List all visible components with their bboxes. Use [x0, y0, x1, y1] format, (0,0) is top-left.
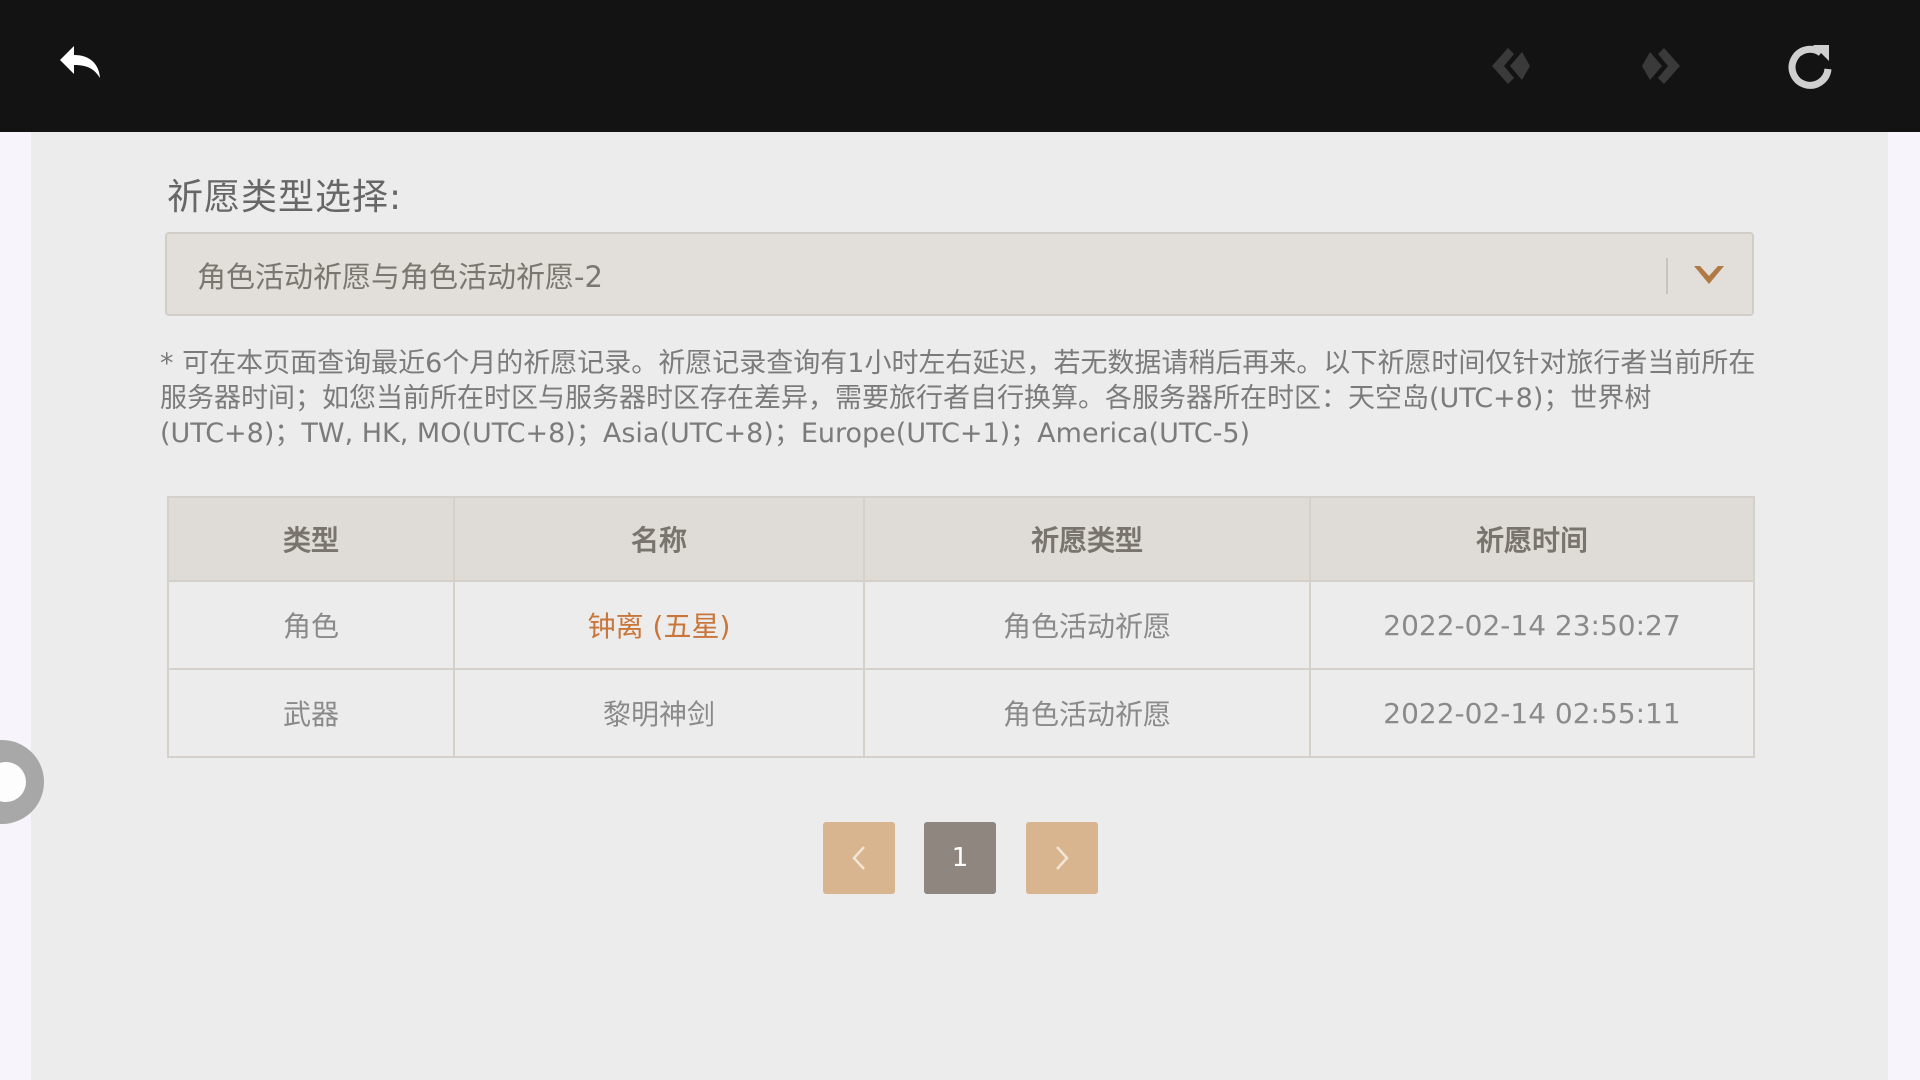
cell-name: 钟离 (五星): [453, 580, 865, 670]
floating-ball-center-icon: [0, 762, 26, 802]
wish-type-selected-value: 角色活动祈愿与角色活动祈愿-2: [197, 260, 603, 294]
table-header-row: 类型 名称 祈愿类型 祈愿时间: [167, 496, 1755, 582]
wish-type-select[interactable]: 角色活动祈愿与角色活动祈愿-2: [165, 232, 1754, 316]
cell-wish-type: 角色活动祈愿: [863, 668, 1311, 758]
select-divider: [1666, 258, 1668, 294]
next-page-button[interactable]: [1026, 822, 1098, 894]
wish-history-panel: 祈愿类型选择: 角色活动祈愿与角色活动祈愿-2 * 可在本页面查询最近6个月的祈…: [31, 132, 1888, 1080]
pagination: 1: [31, 822, 1888, 894]
left-margin: [0, 132, 31, 1080]
table-row: 武器 黎明神剑 角色活动祈愿 2022-02-14 02:55:11: [167, 668, 1755, 758]
page-number-current[interactable]: 1: [924, 822, 996, 894]
column-header-type: 类型: [167, 496, 455, 582]
column-header-wish-type: 祈愿类型: [863, 496, 1311, 582]
chevron-down-icon: [1694, 266, 1724, 284]
refresh-button[interactable]: [1778, 34, 1842, 98]
cell-wish-type: 角色活动祈愿: [863, 580, 1311, 670]
nav-back-icon: [1492, 48, 1530, 84]
cell-wish-time: 2022-02-14 23:50:27: [1309, 580, 1755, 670]
column-header-wish-time: 祈愿时间: [1309, 496, 1755, 582]
right-margin: [1888, 132, 1920, 1080]
back-button[interactable]: [50, 34, 114, 98]
nav-forward-icon: [1642, 48, 1680, 84]
wish-type-label: 祈愿类型选择:: [167, 177, 403, 218]
wish-records-table: 类型 名称 祈愿类型 祈愿时间 角色 钟离 (五星) 角色活动祈愿 2022-0…: [167, 496, 1755, 758]
cell-wish-time: 2022-02-14 02:55:11: [1309, 668, 1755, 758]
back-arrow-icon: [60, 46, 100, 78]
table-row: 角色 钟离 (五星) 角色活动祈愿 2022-02-14 23:50:27: [167, 580, 1755, 670]
cell-type: 角色: [167, 580, 455, 670]
top-bar: [0, 0, 1920, 132]
nav-forward-button[interactable]: [1628, 34, 1692, 98]
chevron-left-icon: [852, 846, 865, 870]
cell-name: 黎明神剑: [453, 668, 865, 758]
nav-back-button[interactable]: [1480, 34, 1544, 98]
chevron-right-icon: [1056, 846, 1069, 870]
cell-type: 武器: [167, 668, 455, 758]
notice-text: * 可在本页面查询最近6个月的祈愿记录。祈愿记录查询有1小时左右延迟，若无数据请…: [160, 348, 1756, 449]
column-header-name: 名称: [453, 496, 865, 582]
refresh-icon: [1788, 45, 1832, 89]
prev-page-button[interactable]: [823, 822, 895, 894]
